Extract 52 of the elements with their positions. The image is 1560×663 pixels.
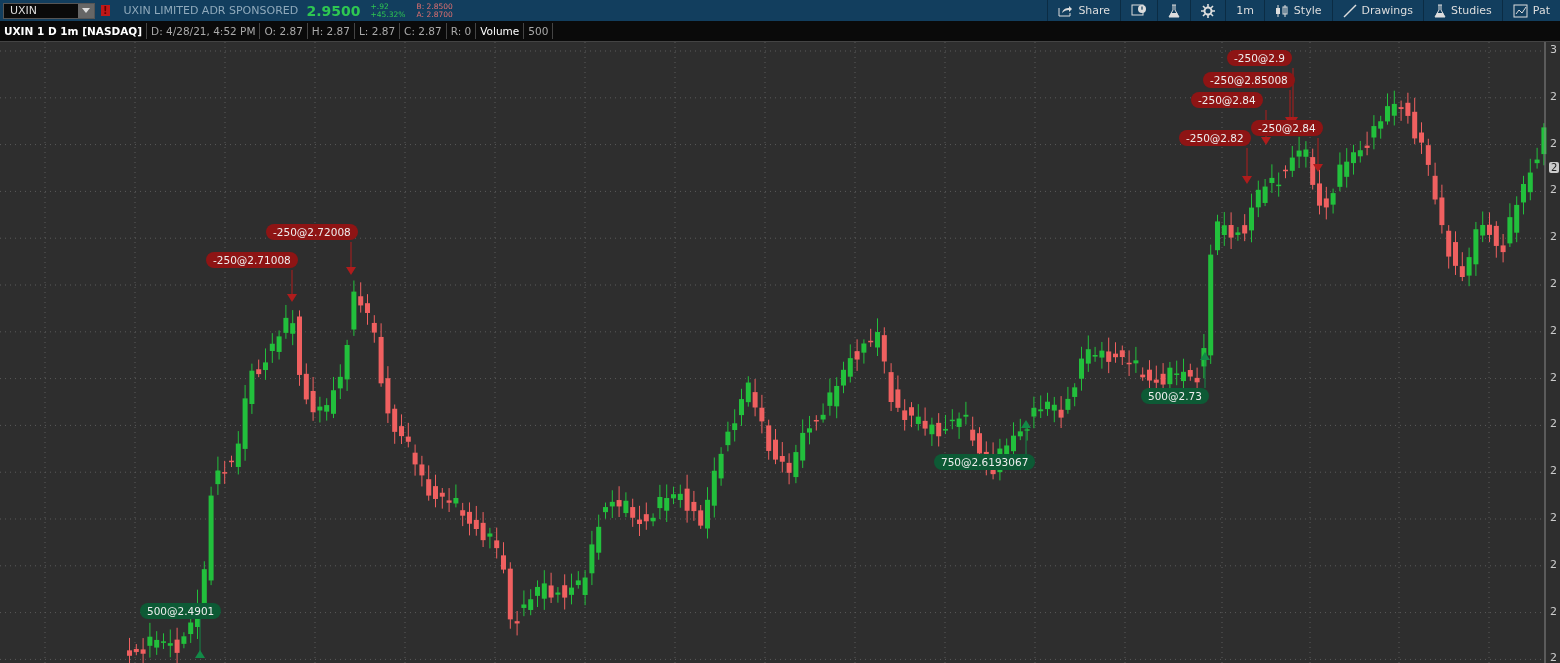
quote-field: H: 2.87 <box>307 23 355 39</box>
axis-label: 2 <box>1550 323 1557 337</box>
axis-label: 2 <box>1550 651 1557 663</box>
order-label: -250@2.85008 <box>1203 72 1295 88</box>
last-price: 2.9500 <box>306 2 362 19</box>
quote-field: O: 2.87 <box>260 23 308 39</box>
axis-label: 2 <box>1550 136 1557 150</box>
axis-label: 3 <box>1550 43 1557 56</box>
axis-label: 2 <box>1550 557 1557 571</box>
axis-label: 2 <box>1550 230 1557 244</box>
order-label: -250@2.84 <box>1191 92 1263 108</box>
order-label: -250@2.72008 <box>266 224 358 240</box>
quote-field: L: 2.87 <box>355 23 401 39</box>
order-arrow <box>1021 420 1031 455</box>
flask-icon <box>1168 3 1181 18</box>
axis-label: 2 <box>1550 604 1557 618</box>
alert-icon <box>1131 4 1148 17</box>
order-arrow <box>1242 147 1252 184</box>
axis-label: 2 <box>1550 417 1557 431</box>
order-arrow <box>1200 352 1210 389</box>
quote-field: D: 4/28/21, 4:52 PM <box>147 23 261 39</box>
company-name: UXIN LIMITED ADR SPONSORED <box>123 4 300 17</box>
quote-field: R: 0 <box>446 23 477 39</box>
axis-label: 2 <box>1550 370 1557 384</box>
order-label: -250@2.84 <box>1251 120 1323 136</box>
candlestick-icon <box>1274 3 1289 18</box>
quote-field: C: 2.87 <box>400 23 447 39</box>
axis-label: 2 <box>1550 277 1557 290</box>
order-label: -250@2.71008 <box>206 252 298 268</box>
pattern-icon <box>1512 3 1528 18</box>
axis-label: 2 <box>1550 89 1557 103</box>
volume-label: Volume <box>476 23 525 39</box>
order-arrow <box>346 241 356 275</box>
price-tag: 2 <box>1549 162 1560 173</box>
axis-label: 2 <box>1550 511 1557 524</box>
symbol-field[interactable]: UXIN <box>3 2 95 19</box>
order-label: 500@2.4901 <box>140 603 222 619</box>
share-icon <box>1058 4 1074 17</box>
axis-label: 2 <box>1550 464 1557 478</box>
line-icon <box>1342 3 1357 18</box>
order-label: -250@2.9 <box>1227 50 1293 66</box>
volume-value: 500 <box>524 23 554 39</box>
order-label: 750@2.6193067 <box>934 454 1036 470</box>
chart-title: UXIN 1 D 1m [NASDAQ] <box>0 23 148 39</box>
flask-icon <box>1434 3 1446 18</box>
order-label: -250@2.82 <box>1179 130 1251 146</box>
order-arrow <box>1313 137 1323 172</box>
settings-icon <box>1201 3 1216 18</box>
axis-label: 2 <box>1550 183 1557 197</box>
order-arrow <box>287 269 297 302</box>
order-label: 500@2.73 <box>1141 388 1209 404</box>
dropdown-icon[interactable] <box>78 3 94 18</box>
